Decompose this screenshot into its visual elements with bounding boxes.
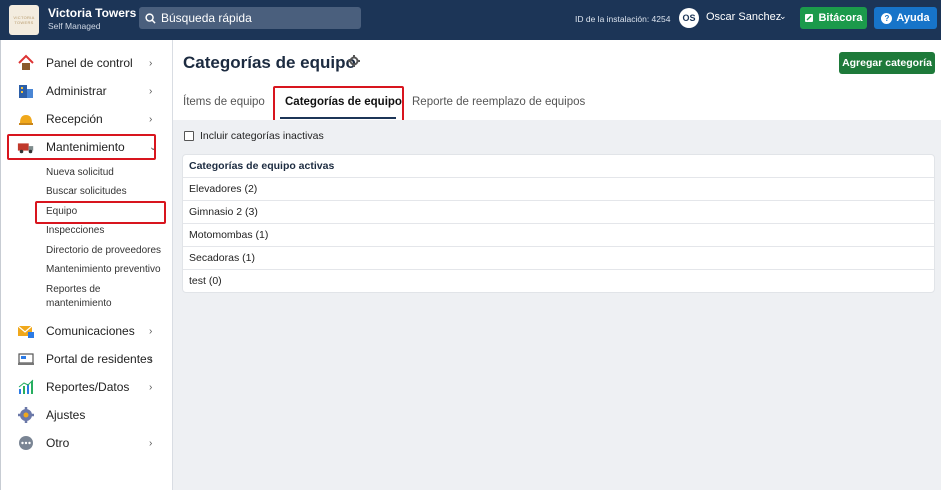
highlight-mantenimiento xyxy=(7,134,156,160)
edit-icon xyxy=(805,14,814,22)
tab-items-equipo[interactable]: Ítems de equipo xyxy=(183,96,265,108)
chevron-right-icon: › xyxy=(149,325,153,337)
chevron-right-icon: › xyxy=(149,437,153,449)
sidebar-item-label: Portal de residentes xyxy=(46,352,153,366)
sidebar-item-label: Reportes/Datos xyxy=(46,380,130,394)
chevron-right-icon: › xyxy=(149,353,153,365)
sidebar-item-comunicaciones[interactable]: Comunicaciones › xyxy=(0,319,172,343)
bitacora-label: Bitácora xyxy=(818,12,863,24)
search-input[interactable]: Búsqueda rápida xyxy=(139,7,361,29)
brand-logo[interactable]: VICTORIA TOWERS xyxy=(9,5,39,35)
sidebar-item-label: Recepción xyxy=(46,112,103,126)
table-row[interactable]: Motomombas (1) xyxy=(183,223,934,246)
search-placeholder: Búsqueda rápida xyxy=(161,11,252,25)
sidebar-item-label: Administrar xyxy=(46,84,107,98)
chevron-right-icon: › xyxy=(149,113,153,125)
categories-table: Categorías de equipo activas Elevadores … xyxy=(182,154,935,293)
sidebar-item-recepcion[interactable]: Recepción › xyxy=(0,107,172,131)
table-cell: Secadoras (1) xyxy=(189,252,255,264)
table-cell: Elevadores (2) xyxy=(189,183,258,195)
sidebar-item-ajustes[interactable]: Ajustes xyxy=(0,403,172,427)
table-row[interactable]: test (0) xyxy=(183,269,934,292)
chevron-down-icon[interactable]: ⌄ xyxy=(779,11,787,22)
installation-id: ID de la instalación: 4254 xyxy=(575,14,671,24)
table-row[interactable]: Elevadores (2) xyxy=(183,177,934,200)
table-row[interactable]: Secadoras (1) xyxy=(183,246,934,269)
sidebar-item-otro[interactable]: Otro › xyxy=(0,431,172,455)
subitem-reportes-mantenimiento-line2[interactable]: mantenimiento xyxy=(46,298,112,309)
page-title: Categorías de equipo xyxy=(183,53,356,72)
help-icon: ? xyxy=(881,12,893,24)
highlight-equipo xyxy=(35,201,166,224)
include-inactive-label: Incluir categorías inactivas xyxy=(200,130,324,142)
chevron-right-icon: › xyxy=(149,57,153,69)
include-inactive-toggle[interactable]: Incluir categorías inactivas xyxy=(184,130,324,142)
subitem-reportes-mantenimiento[interactable]: Reportes de xyxy=(46,284,100,295)
chart-icon xyxy=(17,378,35,396)
help-button[interactable]: ? Ayuda xyxy=(874,7,937,29)
sidebar-item-panel-de-control[interactable]: Panel de control › xyxy=(0,51,172,75)
chevron-right-icon: › xyxy=(149,85,153,97)
table-cell: test (0) xyxy=(189,275,222,287)
home-icon xyxy=(17,54,35,72)
sidebar-item-label: Comunicaciones xyxy=(46,324,135,338)
settings-gear-icon[interactable] xyxy=(348,55,360,70)
add-category-button[interactable]: Agregar categoría xyxy=(839,52,935,74)
gear-icon xyxy=(17,406,35,424)
help-label: Ayuda xyxy=(896,12,930,24)
avatar[interactable]: OS xyxy=(679,8,699,28)
bell-icon xyxy=(17,110,35,128)
sidebar-item-administrar[interactable]: Administrar › xyxy=(0,79,172,103)
subitem-nueva-solicitud[interactable]: Nueva solicitud xyxy=(46,167,114,178)
table-row[interactable]: Gimnasio 2 (3) xyxy=(183,200,934,223)
sidebar-item-reportes-datos[interactable]: Reportes/Datos › xyxy=(0,375,172,399)
table-header: Categorías de equipo activas xyxy=(189,160,335,172)
include-inactive-checkbox[interactable] xyxy=(184,131,194,141)
table-cell: Motomombas (1) xyxy=(189,229,269,241)
chevron-right-icon: › xyxy=(149,381,153,393)
tab-reporte-reemplazo[interactable]: Reporte de reemplazo de equipos xyxy=(412,96,585,108)
table-cell: Gimnasio 2 (3) xyxy=(189,206,258,218)
subitem-inspecciones[interactable]: Inspecciones xyxy=(46,225,104,236)
user-name[interactable]: Oscar Sanchez xyxy=(706,11,781,23)
subitem-buscar-solicitudes[interactable]: Buscar solicitudes xyxy=(46,186,127,197)
sidebar-item-label: Otro xyxy=(46,436,70,450)
subitem-directorio-proveedores[interactable]: Directorio de proveedores xyxy=(46,245,161,256)
sidebar-item-label: Ajustes xyxy=(46,408,86,422)
building-icon xyxy=(17,82,35,100)
subitem-mantenimiento-preventivo[interactable]: Mantenimiento preventivo xyxy=(46,264,161,275)
search-icon xyxy=(145,12,156,24)
laptop-icon xyxy=(17,350,35,368)
sidebar-item-label: Panel de control xyxy=(46,56,133,70)
bitacora-button[interactable]: Bitácora xyxy=(800,7,867,29)
brand[interactable]: Victoria Towers Self Managed xyxy=(48,6,136,32)
sidebar-item-portal-residentes[interactable]: Portal de residentes › xyxy=(0,347,172,371)
brand-name: Victoria Towers xyxy=(48,6,137,20)
brand-subtitle: Self Managed xyxy=(48,21,101,31)
more-icon xyxy=(17,434,35,452)
mail-icon xyxy=(17,322,35,340)
top-bar: VICTORIA TOWERS Victoria Towers Self Man… xyxy=(0,0,941,40)
brand-logo-text: VICTORIA TOWERS xyxy=(13,15,35,25)
